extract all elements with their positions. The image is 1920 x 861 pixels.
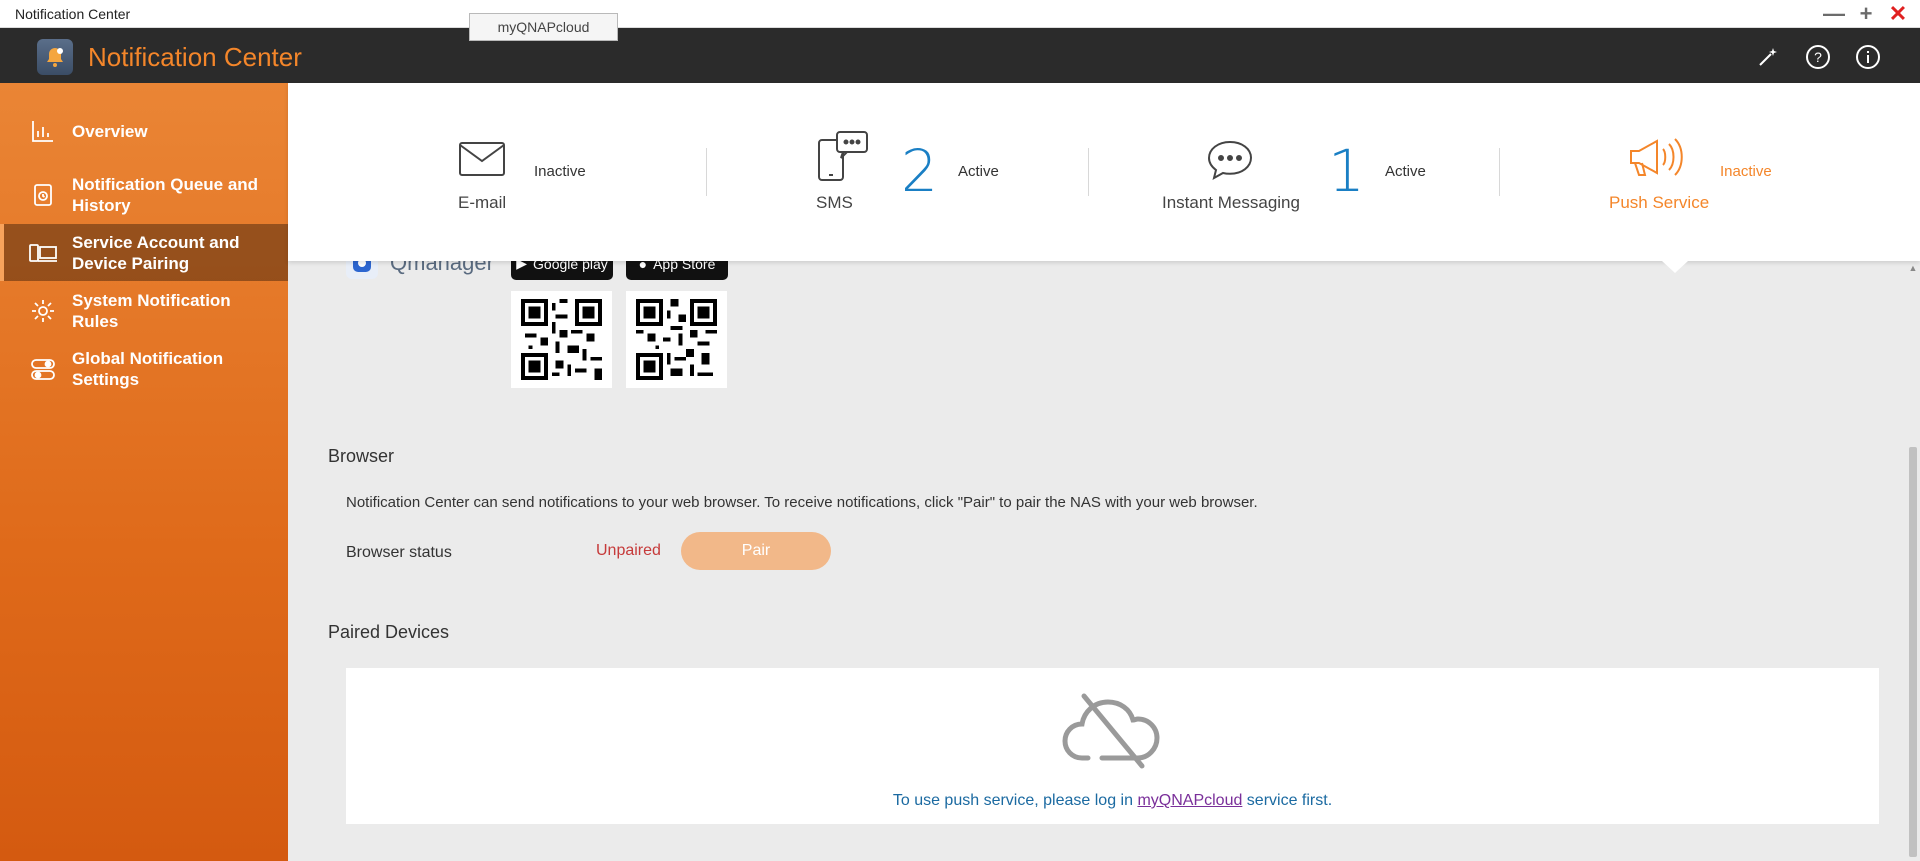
app-header: Notification Center ?	[0, 28, 1920, 83]
email-icon	[458, 141, 506, 182]
scroll-thumb[interactable]	[1909, 447, 1917, 857]
selected-service-pointer	[1662, 261, 1688, 273]
google-play-qr-code	[511, 291, 612, 388]
qmanager-name: Qmanager	[390, 261, 494, 275]
cloud-off-icon	[1060, 692, 1164, 775]
chat-bubble-icon	[1206, 139, 1254, 186]
window-title: Notification Center	[15, 6, 131, 22]
sms-icon	[815, 130, 869, 189]
svg-text:?: ?	[1814, 49, 1822, 65]
sidebar-item-service-account[interactable]: Service Account and Device Pairing	[0, 224, 288, 281]
browser-section-title: Browser	[328, 446, 395, 466]
vertical-scrollbar[interactable]: ▲	[1906, 261, 1920, 861]
megaphone-icon	[1627, 135, 1687, 184]
sidebar-item-label: System Notification Rules	[72, 291, 231, 331]
notification-center-logo-icon	[37, 39, 73, 75]
info-icon[interactable]	[1854, 43, 1882, 71]
divider	[1499, 148, 1500, 196]
sidebar-item-overview[interactable]: Overview	[0, 111, 288, 151]
window-titlebar: Notification Center — + ✕	[0, 0, 1920, 28]
maximize-button[interactable]: +	[1854, 2, 1878, 26]
header-actions: ?	[1754, 43, 1882, 71]
myqnapcloud-tab[interactable]: myQNAPcloud	[469, 13, 618, 41]
push-service-status: Inactive	[1720, 163, 1772, 180]
im-count: 1	[1328, 137, 1365, 205]
divider	[1088, 148, 1089, 196]
pair-button[interactable]: Pair	[681, 532, 831, 570]
paired-devices-title: Paired Devices	[328, 622, 450, 642]
empty-message-text: To use push service, please log in	[892, 792, 1138, 809]
sms-count: 2	[901, 137, 938, 205]
email-label: E-mail	[458, 193, 507, 212]
scroll-up-arrow-icon[interactable]: ▲	[1906, 261, 1920, 275]
empty-message-text-end: service first.	[1242, 792, 1333, 809]
instant-messaging-label: Instant Messaging	[1162, 193, 1300, 212]
browser-status-label: Browser status	[346, 544, 452, 561]
history-icon	[28, 180, 58, 210]
google-play-badge[interactable]: ▶ Google play	[511, 261, 613, 280]
sidebar-item-label: Overview	[72, 121, 148, 141]
help-icon[interactable]: ?	[1804, 43, 1832, 71]
window-controls: — + ✕	[1822, 2, 1910, 26]
qmanager-icon	[346, 261, 378, 279]
sms-label: SMS	[816, 193, 853, 212]
browser-description: Notification Center can send notificatio…	[346, 494, 1258, 511]
magic-wand-icon[interactable]	[1754, 43, 1782, 71]
sidebar: Overview Notification Queue and History …	[0, 83, 288, 861]
google-play-label: Google play	[533, 261, 608, 272]
play-icon: ▶	[516, 261, 528, 271]
myqnapcloud-link[interactable]: myQNAPcloud	[1137, 792, 1242, 809]
qmanager-app: Qmanager	[346, 261, 494, 279]
gear-icon	[28, 296, 58, 326]
sidebar-item-global-settings[interactable]: Global Notification Settings	[0, 345, 288, 393]
chart-icon	[28, 116, 58, 146]
toggle-icon	[28, 354, 58, 384]
close-button[interactable]: ✕	[1886, 2, 1910, 26]
browser-status-value: Unpaired	[596, 542, 661, 559]
main-content: Qmanager ▶ Google play ● App Store Brows…	[288, 261, 1920, 861]
push-service-label: Push Service	[1609, 193, 1710, 212]
im-status: Active	[1385, 163, 1426, 180]
push-service-empty-message: To use push service, please log in myQNA…	[346, 792, 1879, 810]
sidebar-item-label: Global Notification Settings	[72, 349, 224, 389]
divider	[706, 148, 707, 196]
sms-status: Active	[958, 163, 999, 180]
minimize-button[interactable]: —	[1822, 2, 1846, 26]
apple-icon: ●	[638, 261, 648, 272]
paired-devices-panel: To use push service, please log in myQNA…	[346, 668, 1879, 824]
service-status-strip: E-mail Inactive SMS 2 Active Instant Mes…	[288, 83, 1920, 261]
sidebar-item-queue-history[interactable]: Notification Queue and History	[0, 171, 288, 219]
app-store-qr-code	[626, 291, 727, 388]
app-store-label: App Store	[653, 261, 716, 272]
sidebar-item-label: Notification Queue and History	[72, 175, 259, 215]
email-status: Inactive	[534, 163, 586, 180]
app-store-badge[interactable]: ● App Store	[626, 261, 728, 280]
sidebar-item-label: Service Account and Device Pairing	[72, 232, 240, 273]
sidebar-item-system-rules[interactable]: System Notification Rules	[0, 287, 288, 335]
app-title: Notification Center	[88, 42, 302, 72]
device-pairing-icon	[28, 238, 58, 268]
